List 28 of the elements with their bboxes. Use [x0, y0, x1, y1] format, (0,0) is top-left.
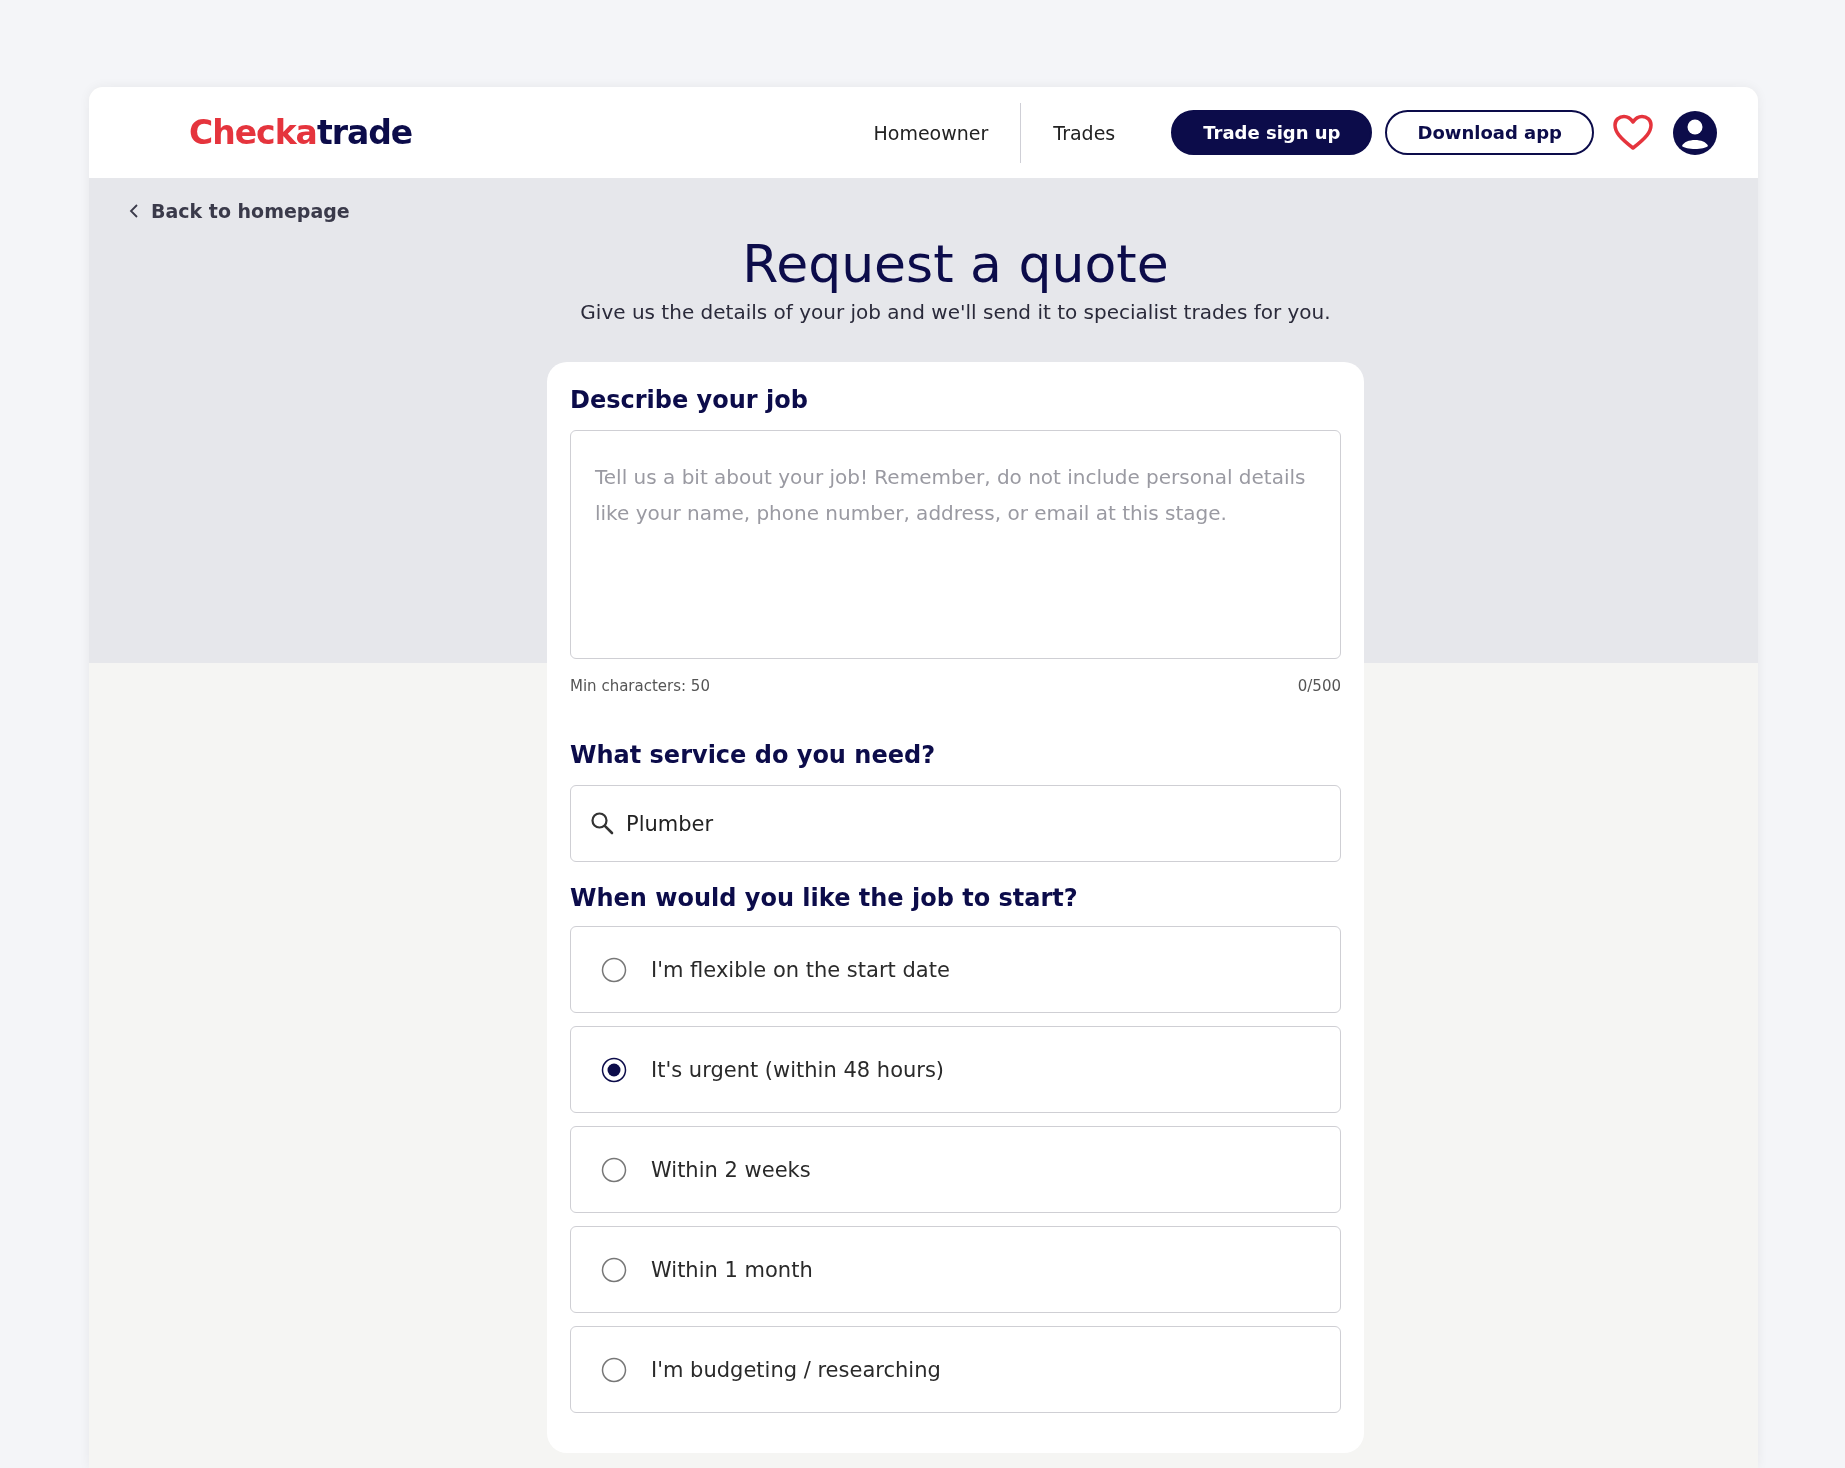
- radio-button[interactable]: [601, 1256, 627, 1283]
- download-button[interactable]: Download app: [1385, 110, 1594, 155]
- start-option[interactable]: I'm flexible on the start date: [570, 926, 1341, 1013]
- section-heading: What service do you need?: [570, 741, 937, 769]
- heart-icon[interactable]: [1612, 113, 1654, 152]
- job-description-field[interactable]: Tell us a bit about your job! Remember, do not include personal details like your name, phone number, address, or email at this stage.: [570, 430, 1341, 659]
- nav-link[interactable]: Homeowner: [841, 121, 1021, 144]
- page-subtitle: Give us the details of your job and we'll send it to specialist trades for you.: [579, 300, 1332, 324]
- section-heading: When would you like the job to start?: [570, 884, 1079, 912]
- sign-up-button[interactable]: Trade sign up: [1171, 110, 1373, 155]
- service-search-field[interactable]: Plumber: [570, 785, 1341, 862]
- page-title: Request a quote: [741, 234, 1170, 294]
- min-characters-hint: Min characters: 50: [570, 677, 710, 695]
- logo[interactable]: Checkatrade: [189, 113, 413, 152]
- back-link[interactable]: Back to homepage: [129, 200, 350, 222]
- start-option[interactable]: Within 1 month: [570, 1226, 1341, 1313]
- start-option[interactable]: I'm budgeting / researching: [570, 1326, 1341, 1413]
- account-icon[interactable]: [1672, 109, 1718, 156]
- chevron-left-icon: [129, 204, 139, 218]
- character-counter: 0/500: [1297, 677, 1341, 695]
- radio-button[interactable]: [601, 1156, 627, 1183]
- start-option[interactable]: Within 2 weeks: [570, 1126, 1341, 1213]
- section-heading: Describe your job: [570, 386, 809, 414]
- radio-button[interactable]: [601, 956, 627, 983]
- nav-link[interactable]: Trades: [1021, 121, 1148, 144]
- radio-button[interactable]: [601, 1056, 627, 1083]
- start-option[interactable]: It's urgent (within 48 hours): [570, 1026, 1341, 1113]
- radio-button[interactable]: [601, 1356, 627, 1383]
